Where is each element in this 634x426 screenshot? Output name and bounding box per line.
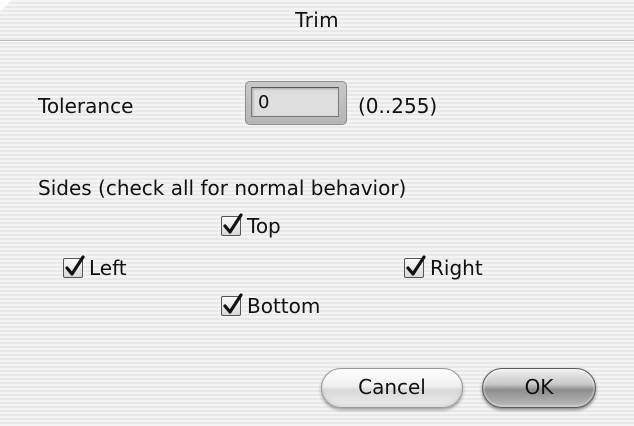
checkmark-icon [65,255,85,276]
tolerance-range-hint: (0..255) [358,94,438,118]
dialog-title: Trim [295,8,339,32]
right-checkbox-label: Right [430,256,483,280]
left-checkbox-box[interactable] [63,255,85,278]
left-checkbox[interactable]: Left [63,255,127,281]
top-checkbox[interactable]: Top [221,213,281,239]
right-checkbox[interactable]: Right [404,255,483,281]
checkmark-icon [406,255,426,276]
top-checkbox-box[interactable] [221,213,243,236]
tolerance-field-focus-ring [245,81,347,125]
tolerance-label: Tolerance [38,94,134,118]
bottom-checkbox-box[interactable] [221,293,243,316]
left-checkbox-label: Left [89,256,127,280]
checkmark-icon [223,213,243,234]
trim-dialog: Trim Tolerance (0..255) Sides (check all… [0,0,634,426]
bottom-checkbox-label: Bottom [247,294,321,318]
top-checkbox-label: Top [247,214,281,238]
ok-button[interactable]: OK [482,368,596,408]
cancel-button[interactable]: Cancel [321,368,463,408]
tolerance-input[interactable] [251,87,339,117]
title-bar[interactable]: Trim [0,0,634,41]
sides-heading: Sides (check all for normal behavior) [38,176,407,200]
checkmark-icon [223,293,243,314]
right-checkbox-box[interactable] [404,255,426,278]
bottom-checkbox[interactable]: Bottom [221,293,320,319]
